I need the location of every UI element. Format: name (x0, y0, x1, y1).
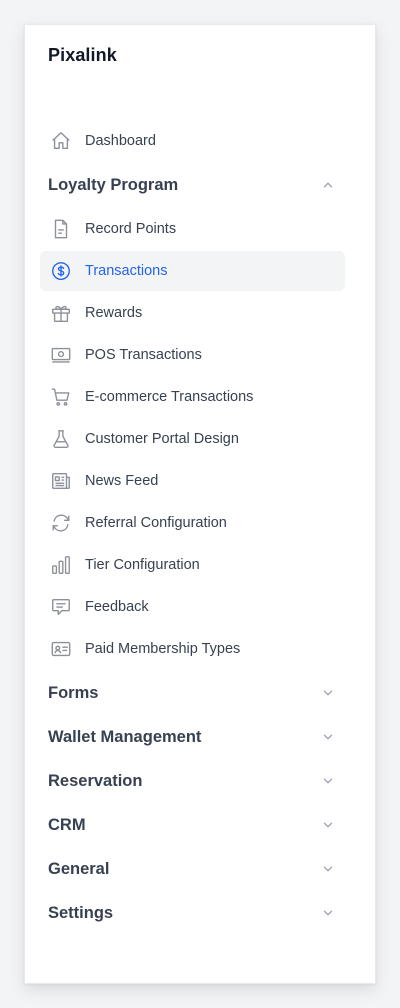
bar-chart-icon (49, 553, 73, 577)
nav-item-rewards[interactable]: Rewards (40, 293, 345, 333)
refresh-icon (49, 511, 73, 535)
beaker-icon (49, 427, 73, 451)
nav-item-label: News Feed (85, 473, 159, 489)
nav-item-ecommerce-transactions[interactable]: E-commerce Transactions (40, 377, 345, 417)
nav-item-customer-portal-design[interactable]: Customer Portal Design (40, 419, 345, 459)
chevron-down-icon (321, 906, 335, 920)
section-title: CRM (48, 815, 86, 834)
section-title: Reservation (48, 771, 143, 790)
nav-item-label: E-commerce Transactions (85, 389, 254, 405)
nav-item-tier-configuration[interactable]: Tier Configuration (40, 545, 345, 585)
section-title: Wallet Management (48, 727, 202, 746)
home-icon (49, 129, 73, 153)
chevron-up-icon (321, 178, 335, 192)
id-card-icon (49, 637, 73, 661)
brand-title: Pixalink (48, 45, 117, 65)
nav-item-label: Transactions (85, 263, 168, 279)
gift-icon (49, 301, 73, 325)
nav-item-label: POS Transactions (85, 347, 202, 363)
chat-icon (49, 595, 73, 619)
chevron-down-icon (321, 730, 335, 744)
section-title: Loyalty Program (48, 175, 179, 194)
nav-item-label: Record Points (85, 221, 177, 237)
nav-item-label: Dashboard (85, 133, 156, 149)
nav-item-label: Customer Portal Design (85, 431, 239, 447)
nav-item-label: Feedback (85, 599, 149, 615)
nav-item-news-feed[interactable]: News Feed (40, 461, 345, 501)
nav-item-pos-transactions[interactable]: POS Transactions (40, 335, 345, 375)
dollar-circle-icon (49, 259, 73, 283)
section-crm[interactable]: CRM (25, 803, 375, 847)
section-reservation[interactable]: Reservation (25, 759, 375, 803)
nav-item-referral-configuration[interactable]: Referral Configuration (40, 503, 345, 543)
section-title: Forms (48, 683, 99, 702)
chevron-down-icon (321, 774, 335, 788)
section-title: Settings (48, 903, 114, 922)
section-loyalty-program[interactable]: Loyalty Program (25, 163, 375, 207)
nav-item-label: Tier Configuration (85, 557, 200, 573)
document-icon (49, 217, 73, 241)
section-forms[interactable]: Forms (25, 671, 375, 715)
sidebar-panel: Pixalink Dashboard Loyalty Program Recor… (24, 24, 376, 984)
nav-item-label: Rewards (85, 305, 143, 321)
nav-item-label: Referral Configuration (85, 515, 227, 531)
section-settings[interactable]: Settings (25, 891, 375, 935)
chevron-down-icon (321, 818, 335, 832)
nav-item-paid-membership-types[interactable]: Paid Membership Types (40, 629, 345, 669)
sidebar-nav: Dashboard Loyalty Program Record Points … (25, 119, 375, 935)
section-general[interactable]: General (25, 847, 375, 891)
nav-item-transactions[interactable]: Transactions (40, 251, 345, 291)
newspaper-icon (49, 469, 73, 493)
nav-item-label: Paid Membership Types (85, 641, 241, 657)
nav-item-feedback[interactable]: Feedback (40, 587, 345, 627)
chevron-down-icon (321, 686, 335, 700)
cart-icon (49, 385, 73, 409)
nav-item-record-points[interactable]: Record Points (40, 209, 345, 249)
section-wallet-management[interactable]: Wallet Management (25, 715, 375, 759)
chevron-down-icon (321, 862, 335, 876)
cash-icon (49, 343, 73, 367)
nav-item-dashboard[interactable]: Dashboard (40, 121, 345, 161)
section-title: General (48, 859, 110, 878)
